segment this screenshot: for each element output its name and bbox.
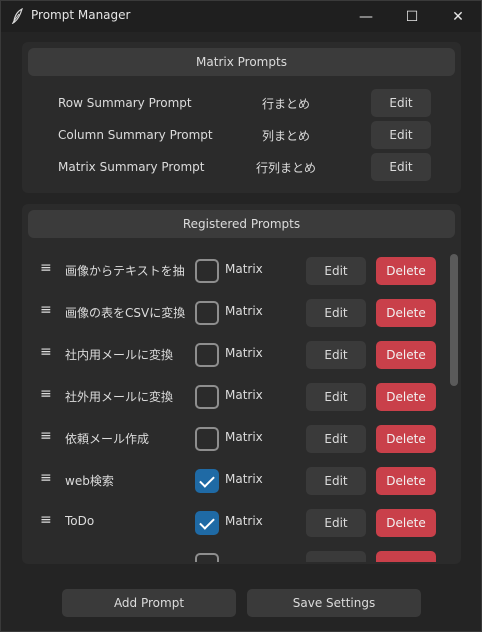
drag-handle-icon[interactable]: ≡ xyxy=(40,344,52,360)
registered-prompts-panel: Registered Prompts ≡ 画像からテキストを抽出 Matrix … xyxy=(22,204,461,564)
matrix-checkbox-label: Matrix xyxy=(225,304,263,318)
list-item: ≡ web検索 Matrix Edit Delete xyxy=(22,460,446,502)
delete-button[interactable]: Delete xyxy=(376,509,436,537)
delete-button-partial[interactable] xyxy=(376,551,436,562)
delete-button[interactable]: Delete xyxy=(376,383,436,411)
list-item: ≡ 画像の表をCSVに変換 Matrix Edit Delete xyxy=(22,292,446,334)
matrix-checkbox[interactable] xyxy=(195,301,219,325)
matrix-prompts-header: Matrix Prompts xyxy=(28,48,455,76)
maximize-icon: ☐ xyxy=(405,8,419,25)
row-summary-edit-button[interactable]: Edit xyxy=(371,89,431,117)
minimize-icon: — xyxy=(359,8,373,25)
matrix-checkbox[interactable] xyxy=(195,343,219,367)
prompt-name: 社外用メールに変換 xyxy=(65,390,174,404)
list-item: ≡ ToDo Matrix Edit Delete xyxy=(22,502,446,544)
delete-button[interactable]: Delete xyxy=(376,425,436,453)
matrix-checkbox-label: Matrix xyxy=(225,262,263,276)
matrix-checkbox[interactable] xyxy=(195,511,219,535)
matrix-checkbox-label: Matrix xyxy=(225,514,263,528)
maximize-button[interactable]: ☐ xyxy=(389,1,435,32)
save-settings-button[interactable]: Save Settings xyxy=(247,589,421,617)
drag-handle-icon[interactable]: ≡ xyxy=(40,260,52,276)
add-prompt-button[interactable]: Add Prompt xyxy=(62,589,236,617)
matrix-checkbox[interactable] xyxy=(195,553,219,562)
close-button[interactable]: ✕ xyxy=(435,1,481,32)
edit-button[interactable]: Edit xyxy=(306,299,366,327)
matrix-checkbox[interactable] xyxy=(195,259,219,283)
drag-handle-icon[interactable]: ≡ xyxy=(40,386,52,402)
prompt-name: 画像の表をCSVに変換 xyxy=(65,306,185,320)
matrix-checkbox[interactable] xyxy=(195,427,219,451)
list-item: ≡ 社内用メールに変換 Matrix Edit Delete xyxy=(22,334,446,376)
column-summary-label: Column Summary Prompt xyxy=(58,128,213,142)
matrix-summary-value: 行列まとめ xyxy=(256,161,317,175)
matrix-prompts-panel: Matrix Prompts Row Summary Prompt 行まとめ E… xyxy=(22,42,461,193)
prompt-name: 依頼メール作成 xyxy=(65,432,150,446)
prompt-name: 画像からテキストを抽出 xyxy=(65,264,185,278)
column-summary-edit-button[interactable]: Edit xyxy=(371,121,431,149)
delete-button[interactable]: Delete xyxy=(376,299,436,327)
list-item: ≡ 依頼メール作成 Matrix Edit Delete xyxy=(22,418,446,460)
list-item: ≡ 画像からテキストを抽出 Matrix Edit Delete xyxy=(22,250,446,292)
edit-button[interactable]: Edit xyxy=(306,467,366,495)
minimize-button[interactable]: — xyxy=(343,1,389,32)
delete-button[interactable]: Delete xyxy=(376,341,436,369)
column-summary-value: 列まとめ xyxy=(261,129,310,143)
registered-prompts-header: Registered Prompts xyxy=(28,210,455,238)
matrix-checkbox-label: Matrix xyxy=(225,430,263,444)
edit-button[interactable]: Edit xyxy=(306,257,366,285)
list-item-partial xyxy=(22,544,446,562)
prompt-name: ToDo xyxy=(65,514,95,528)
edit-button[interactable]: Edit xyxy=(306,509,366,537)
matrix-checkbox-label: Matrix xyxy=(225,472,263,486)
row-summary-label: Row Summary Prompt xyxy=(58,96,192,110)
list-item: ≡ 社外用メールに変換 Matrix Edit Delete xyxy=(22,376,446,418)
row-summary-value: 行まとめ xyxy=(261,97,310,111)
matrix-checkbox-label: Matrix xyxy=(225,346,263,360)
edit-button[interactable]: Edit xyxy=(306,341,366,369)
edit-button-partial[interactable] xyxy=(306,551,366,562)
matrix-summary-edit-button[interactable]: Edit xyxy=(371,153,431,181)
edit-button[interactable]: Edit xyxy=(306,425,366,453)
feather-pen-icon xyxy=(11,8,23,24)
close-icon: ✕ xyxy=(452,8,464,25)
matrix-checkbox-label: Matrix xyxy=(225,388,263,402)
title-bar[interactable]: Prompt Manager — ☐ ✕ xyxy=(1,1,481,32)
delete-button[interactable]: Delete xyxy=(376,257,436,285)
prompt-manager-window: Prompt Manager — ☐ ✕ Matrix Prompts Row … xyxy=(0,0,482,632)
drag-handle-icon[interactable]: ≡ xyxy=(40,302,52,318)
matrix-summary-label: Matrix Summary Prompt xyxy=(58,160,205,174)
list-scrollbar[interactable] xyxy=(450,254,458,386)
prompt-name: 社内用メールに変換 xyxy=(65,348,174,362)
drag-handle-icon[interactable]: ≡ xyxy=(40,428,52,444)
delete-button[interactable]: Delete xyxy=(376,467,436,495)
matrix-checkbox[interactable] xyxy=(195,385,219,409)
edit-button[interactable]: Edit xyxy=(306,383,366,411)
prompt-name: web検索 xyxy=(65,474,114,488)
registered-prompts-list[interactable]: ≡ 画像からテキストを抽出 Matrix Edit Delete ≡ 画像の表を… xyxy=(22,250,446,562)
drag-handle-icon[interactable]: ≡ xyxy=(40,470,52,486)
window-title: Prompt Manager xyxy=(31,8,131,22)
drag-handle-icon[interactable]: ≡ xyxy=(40,512,52,528)
matrix-checkbox[interactable] xyxy=(195,469,219,493)
